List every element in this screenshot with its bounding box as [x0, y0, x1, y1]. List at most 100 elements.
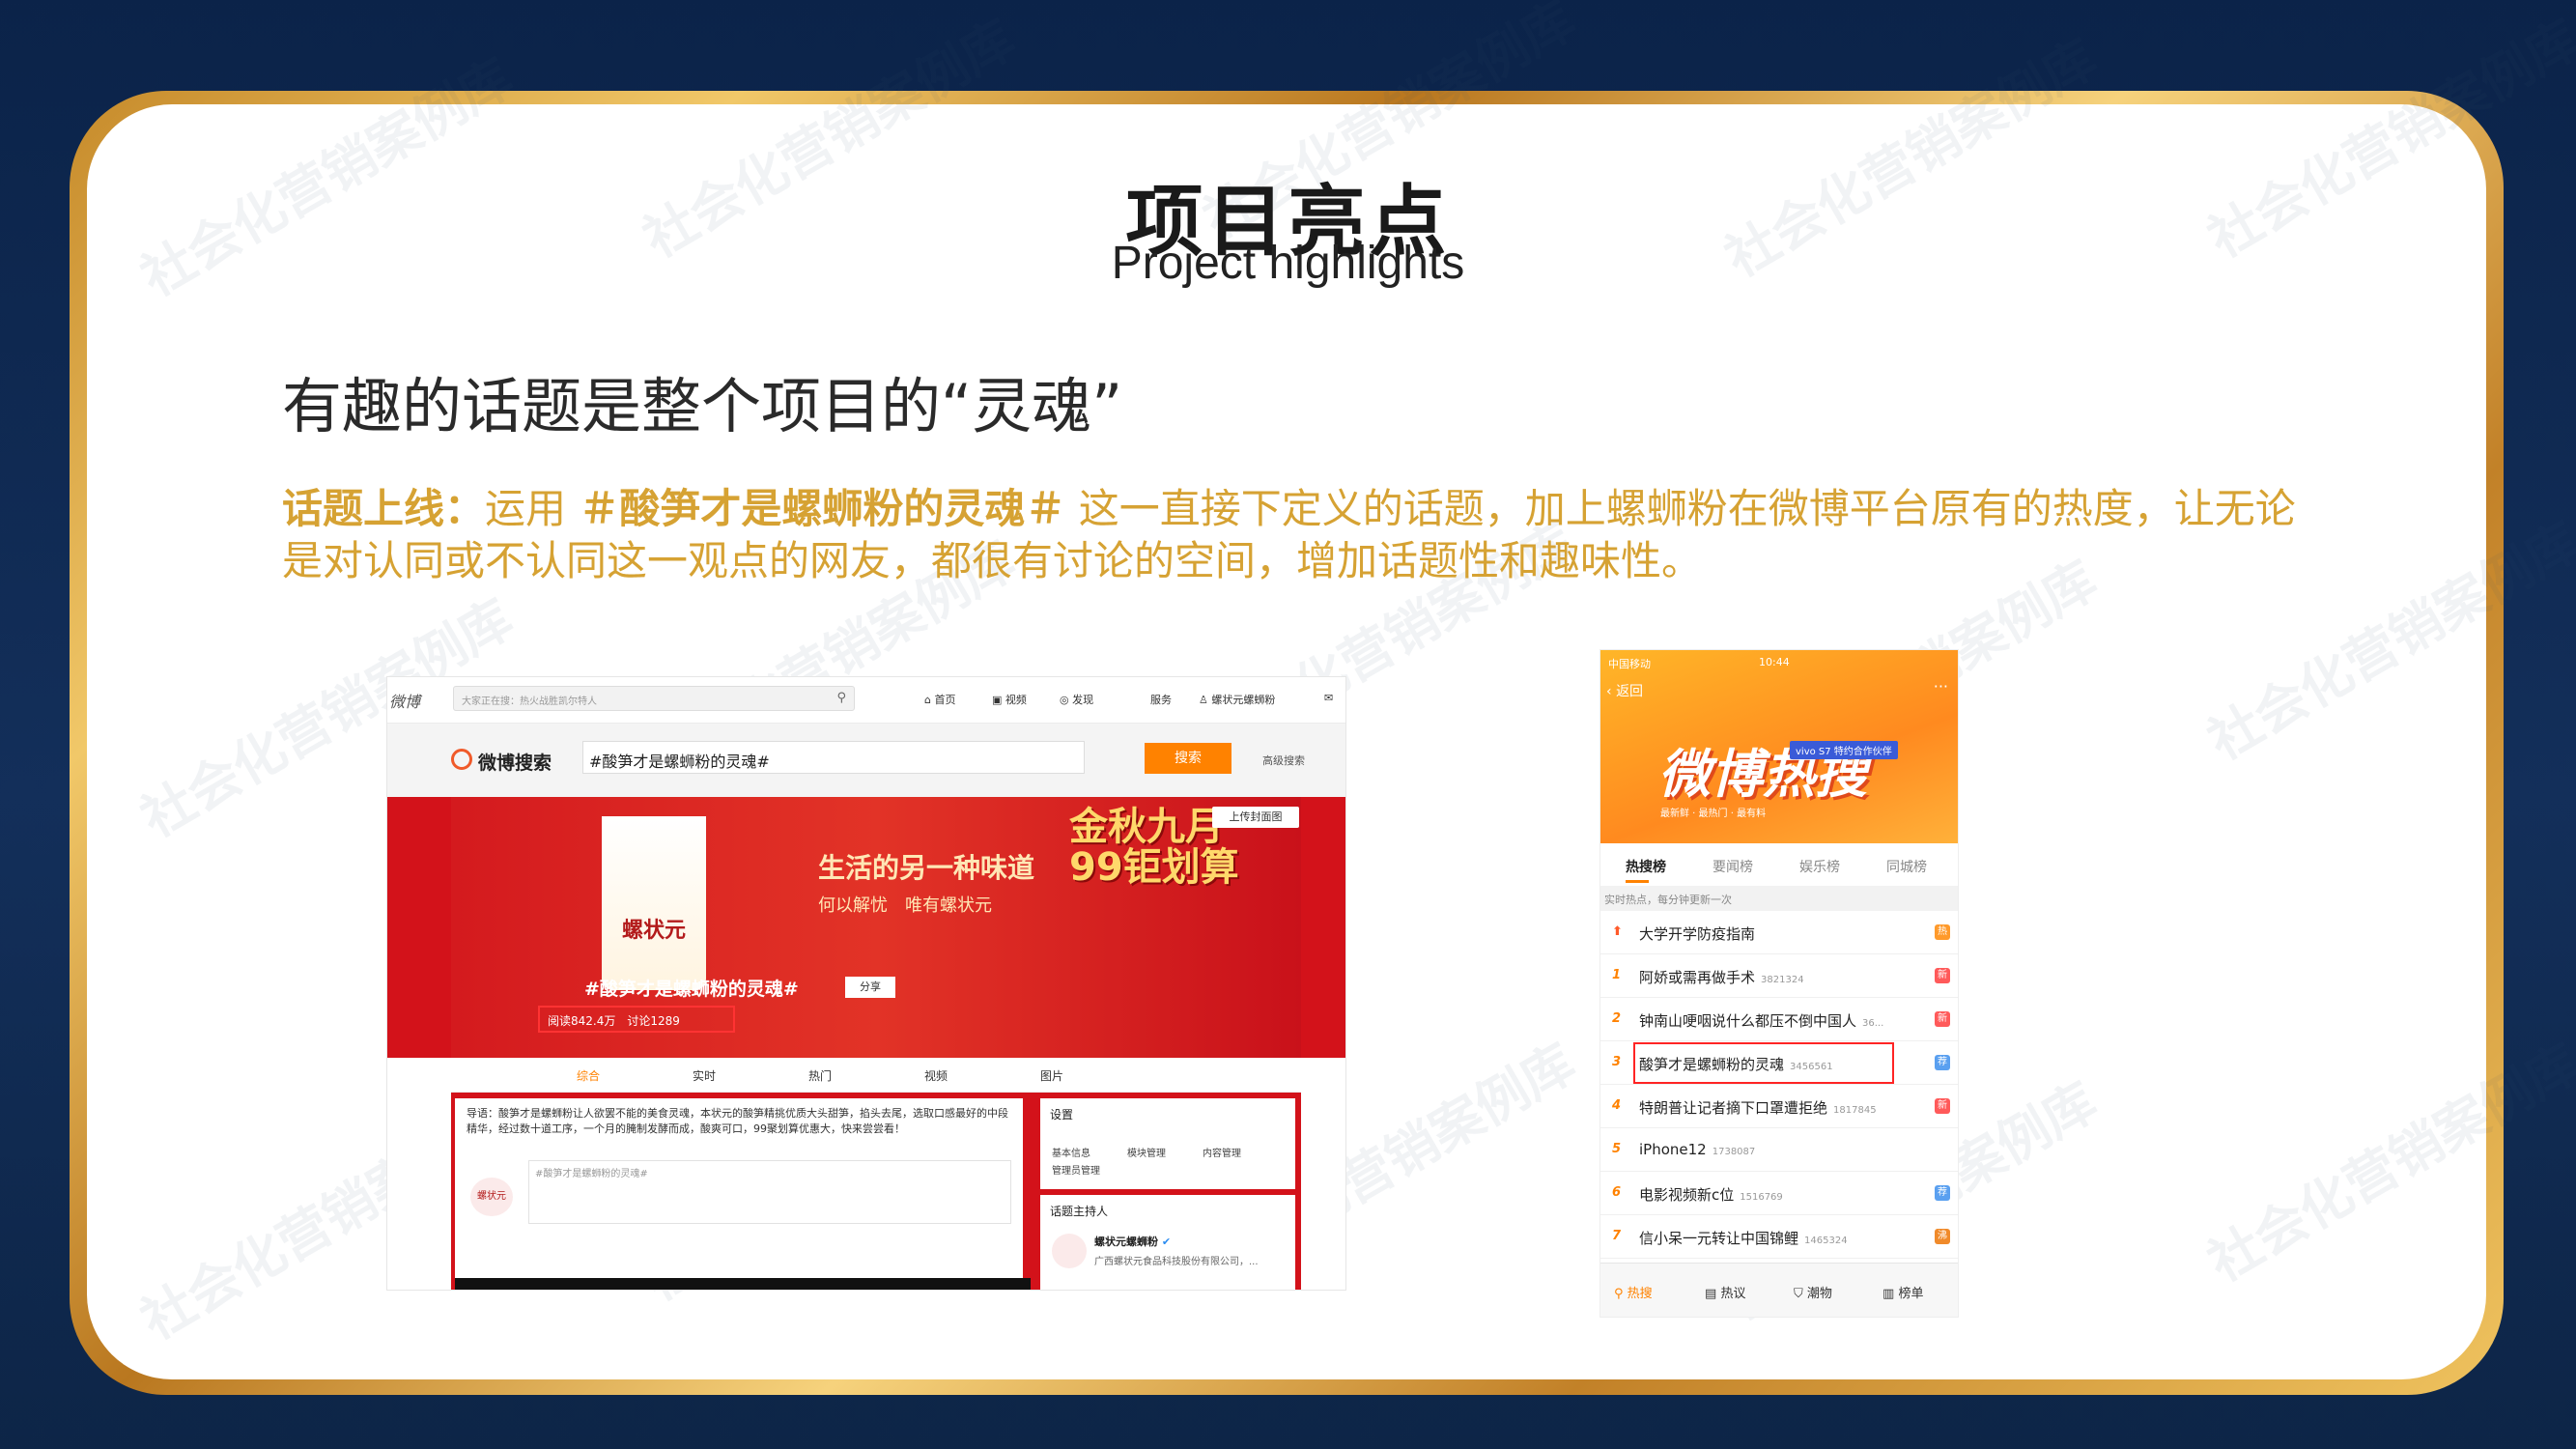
nav-home[interactable]: ⌂ 首页 [924, 692, 955, 707]
host-company: 广西螺状元食品科技股份有限公司，... [1094, 1257, 1259, 1267]
composer-avatar: 螺状元 [470, 1178, 513, 1216]
hotsearch-row[interactable]: ⬆ 大学开学防疫指南 热 [1600, 911, 1958, 954]
bag-icon: ⛉ [1794, 1287, 1803, 1301]
hotsearch-badge: 荐 [1935, 1055, 1950, 1070]
bottom-tab-discussion[interactable]: ▤ 热议 [1705, 1283, 1745, 1301]
weibo-search-label: 微博搜索 [478, 753, 552, 774]
settings-basic-info[interactable]: 基本信息 [1052, 1145, 1090, 1159]
highlight-box [1633, 1042, 1894, 1084]
topic-banner-image: 螺状元 生活的另一种味道 何以解忧 唯有螺状元 金秋九月 99钜划算 #酸笋才是… [451, 797, 1301, 1058]
weibo-logo[interactable]: 微博 [389, 689, 420, 712]
bottom-tab-trend-label: 潮物 [1806, 1287, 1832, 1301]
post-composer[interactable]: #酸笋才是螺蛳粉的灵魂# [528, 1160, 1011, 1224]
hotsearch-title-text: iPhone12 [1639, 1141, 1707, 1158]
mail-icon[interactable]: ✉ [1324, 692, 1333, 704]
hotsearch-row[interactable]: 5 iPhone12 1738087 [1600, 1128, 1958, 1172]
tab-images[interactable]: 图片 [1040, 1067, 1063, 1084]
chevron-left-icon: ‹ [1606, 684, 1612, 699]
nav-account[interactable]: ♙ 螺状元螺蛳粉 [1199, 692, 1275, 707]
hotsearch-rank: 1 [1612, 968, 1622, 982]
section-subtitle: 有趣的话题是整个项目的“灵魂” [282, 371, 1123, 441]
hotsearch-count: 3821324 [1761, 975, 1804, 985]
hotsearch-title: iPhone12 1738087 [1639, 1141, 1755, 1158]
search-icon: ⚲ [1614, 1287, 1624, 1301]
tab-hot[interactable]: 热门 [808, 1067, 832, 1084]
settings-module[interactable]: 模块管理 [1127, 1145, 1166, 1159]
hotsearch-row[interactable]: 6 电影视频新c位 1516769 荐 [1600, 1172, 1958, 1215]
hotsearch-row[interactable]: 3 酸笋才是螺蛳粉的灵魂 3456561 荐 [1600, 1041, 1958, 1085]
hotsearch-rank: 5 [1612, 1142, 1622, 1156]
nav-discover[interactable]: ◎ 发现 [1060, 692, 1093, 707]
hotsearch-badge: 荐 [1935, 1185, 1950, 1201]
banner-slogan-sub: 何以解忧 唯有螺状元 [818, 895, 992, 916]
bottom-tab-hot-label: 热搜 [1627, 1287, 1653, 1301]
settings-content[interactable]: 内容管理 [1203, 1145, 1241, 1159]
hotsearch-rank: ⬆ [1612, 924, 1623, 939]
hotsearch-title-text: 阿娇或需再做手术 [1639, 969, 1756, 986]
bottom-tab-ranking[interactable]: ▥ 榜单 [1882, 1283, 1923, 1301]
search-query-input[interactable]: #酸笋才是螺蛳粉的灵魂# [582, 741, 1085, 774]
carrier-status: 中国移动 [1608, 658, 1651, 670]
brand-name: 螺状元 [621, 919, 686, 943]
hotsearch-row[interactable]: 7 信小呆一元转让中国锦鲤 1465324 沸 [1600, 1215, 1958, 1259]
tab-overview[interactable]: 综合 [577, 1067, 600, 1084]
hotsearch-title-text: 大学开学防疫指南 [1639, 925, 1756, 943]
hotsearch-title-text: 信小呆一元转让中国锦鲤 [1639, 1230, 1799, 1247]
user-icon: ♙ [1199, 694, 1208, 706]
settings-admin[interactable]: 管理员管理 [1052, 1162, 1100, 1177]
active-tab-indicator [1626, 880, 1649, 883]
hotsearch-badge: 新 [1935, 968, 1950, 983]
hotsearch-title: 特朗普让记者摘下口罩遭拒绝 1817845 [1639, 1097, 1877, 1118]
search-button[interactable]: 搜索 [1145, 743, 1231, 774]
back-label: 返回 [1616, 684, 1644, 699]
tab-news-list[interactable]: 要闻榜 [1713, 857, 1753, 876]
sponsor-badge: vivo S7 特约合作伙伴 [1790, 741, 1898, 759]
tab-entertainment-list[interactable]: 娱乐榜 [1799, 857, 1840, 876]
topic-stats: 阅读842.4万 讨论1289 [538, 1006, 735, 1033]
nav-account-label: 螺状元螺蛳粉 [1211, 694, 1276, 706]
hotsearch-title: 大学开学防疫指南 [1639, 923, 1761, 944]
nav-video-label: 视频 [1005, 694, 1027, 706]
hotsearch-row[interactable]: 4 特朗普让记者摘下口罩遭拒绝 1817845 新 [1600, 1085, 1958, 1128]
nav-service[interactable]: 服务 [1150, 692, 1172, 707]
compass-icon: ◎ [1060, 694, 1069, 706]
hotsearch-title: 钟南山哽咽说什么都压不倒中国人 36... [1639, 1010, 1883, 1031]
hotsearch-count: 1516769 [1740, 1192, 1783, 1203]
back-button[interactable]: ‹ 返回 [1606, 681, 1643, 700]
host-title: 话题主持人 [1050, 1205, 1109, 1218]
verified-icon: ✔ [1161, 1236, 1172, 1248]
tab-realtime[interactable]: 实时 [693, 1067, 716, 1084]
more-icon[interactable]: ··· [1934, 677, 1948, 696]
nav-search-input[interactable]: 大家正在搜：热火战胜凯尔特人 ⚲ [453, 686, 855, 711]
hotsearch-rank: 2 [1612, 1011, 1622, 1026]
settings-panel: 设置 基本信息 模块管理 内容管理 管理员管理 [1040, 1098, 1295, 1189]
hotsearch-rank: 4 [1612, 1098, 1622, 1113]
settings-title: 设置 [1050, 1108, 1074, 1122]
chart-icon: ▥ [1882, 1287, 1895, 1301]
body-lead: 话题上线： [282, 485, 486, 532]
tab-local-list[interactable]: 同城榜 [1886, 857, 1927, 876]
hotsearch-rank: 7 [1612, 1229, 1622, 1243]
topic-tabs: 综合 实时 热门 视频 图片 [451, 1058, 1301, 1093]
hotsearch-rank: 3 [1612, 1055, 1622, 1069]
page-title-en: Project highlights [1111, 238, 1465, 289]
hotsearch-title: 阿娇或需再做手术 3821324 [1639, 967, 1804, 987]
tab-video[interactable]: 视频 [924, 1067, 948, 1084]
host-name[interactable]: 螺状元螺蛳粉 ✔ [1094, 1234, 1171, 1249]
tab-hot-list[interactable]: 热搜榜 [1626, 857, 1666, 876]
host-avatar[interactable] [1052, 1234, 1087, 1268]
share-button[interactable]: 分享 [845, 977, 895, 998]
search-icon[interactable]: ⚲ [836, 691, 846, 705]
bottom-tab-hot[interactable]: ⚲ 热搜 [1614, 1283, 1653, 1301]
advanced-search-link[interactable]: 高级搜索 [1262, 753, 1305, 768]
nav-discover-label: 发现 [1072, 694, 1094, 706]
hotsearch-badge: 新 [1935, 1098, 1950, 1114]
host-panel: 话题主持人 螺状元螺蛳粉 ✔ 广西螺状元食品科技股份有限公司，... [1040, 1195, 1295, 1290]
bottom-tab-trend[interactable]: ⛉ 潮物 [1794, 1283, 1832, 1301]
nav-video[interactable]: ▣ 视频 [992, 692, 1027, 707]
body-topic: ＃酸笋才是螺蛳粉的灵魂＃ [579, 485, 1066, 532]
status-time: 10:44 [1759, 656, 1790, 668]
hotsearch-row[interactable]: 2 钟南山哽咽说什么都压不倒中国人 36... 新 [1600, 998, 1958, 1041]
hotsearch-row[interactable]: 1 阿娇或需再做手术 3821324 新 [1600, 954, 1958, 998]
upload-cover-button[interactable]: 上传封面图 [1212, 807, 1299, 828]
